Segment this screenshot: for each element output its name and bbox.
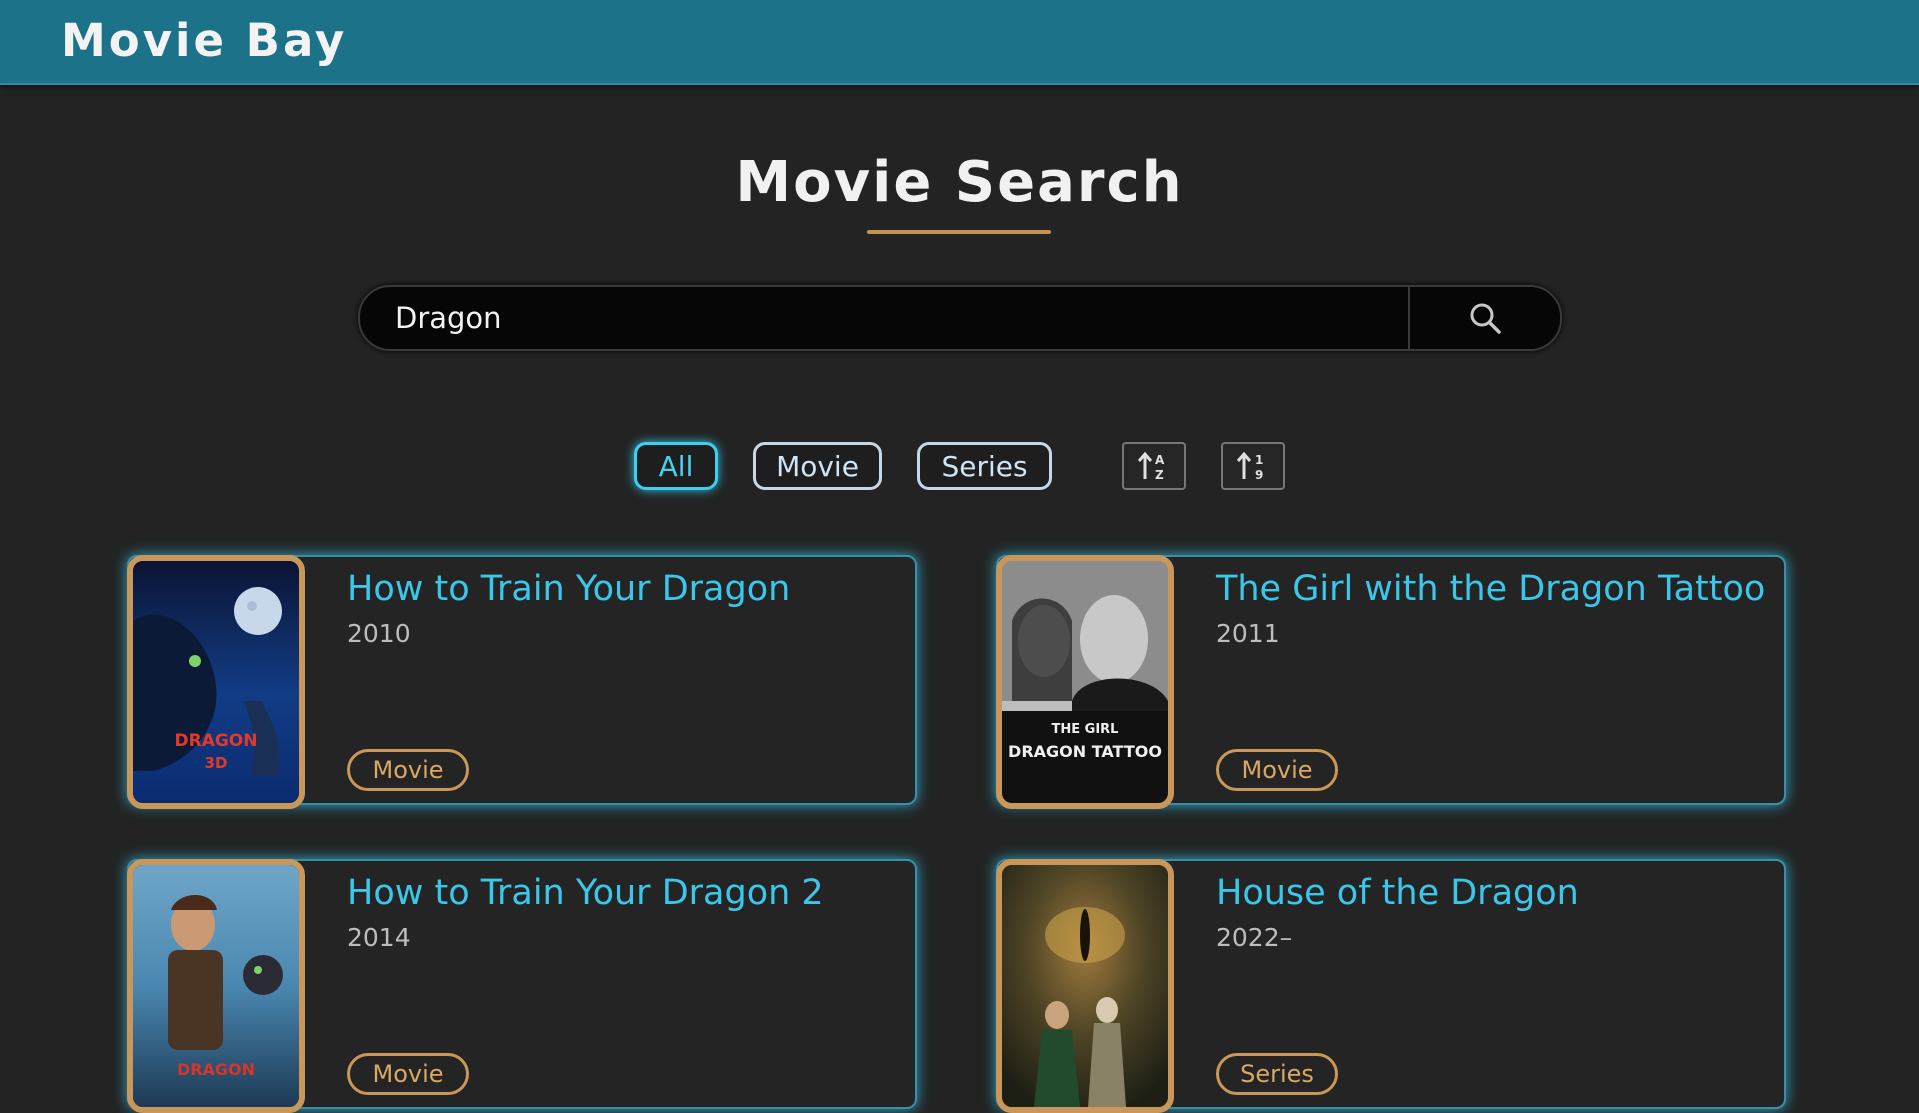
svg-text:9: 9 — [1255, 468, 1263, 482]
movie-title[interactable]: How to Train Your Dragon — [347, 569, 790, 609]
svg-text:THE GIRL: THE GIRL — [1052, 722, 1119, 737]
svg-text:DRAGON: DRAGON — [177, 1060, 255, 1079]
title-underline — [867, 230, 1051, 234]
filter-series-button[interactable]: Series — [917, 442, 1052, 490]
svg-text:3D: 3D — [205, 754, 228, 772]
search-button[interactable] — [1408, 287, 1560, 349]
svg-text:Z: Z — [1155, 468, 1164, 482]
movie-year: 2010 — [347, 619, 411, 648]
result-card[interactable]: DRAGON How to Train Your Dragon 2 2014 M… — [127, 859, 917, 1113]
movie-title[interactable]: How to Train Your Dragon 2 — [347, 873, 824, 913]
sort-alpha-button[interactable]: A Z — [1122, 442, 1186, 490]
svg-text:1: 1 — [1255, 453, 1263, 467]
search-input[interactable] — [395, 287, 1395, 349]
movie-year: 2011 — [1216, 619, 1280, 648]
filter-all-button[interactable]: All — [634, 442, 718, 490]
type-badge: Movie — [347, 1053, 469, 1095]
page-title: Movie Search — [735, 150, 1184, 215]
svg-text:A: A — [1155, 453, 1165, 467]
movie-year: 2022– — [1216, 923, 1293, 952]
sort-numeric-button[interactable]: 1 9 — [1221, 442, 1285, 490]
result-card[interactable]: THE GIRL DRAGON TATTOO The Girl with the… — [996, 555, 1786, 809]
result-card[interactable]: DRAGON 3D How to Train Your Dragon 2010 … — [127, 555, 917, 809]
poster-image — [996, 859, 1174, 1113]
type-badge: Movie — [1216, 749, 1338, 791]
search-icon — [1470, 303, 1501, 334]
filter-movie-button[interactable]: Movie — [753, 442, 882, 490]
svg-text:DRAGON: DRAGON — [175, 731, 258, 751]
type-badge: Series — [1216, 1053, 1338, 1095]
movie-year: 2014 — [347, 923, 411, 952]
type-badge: Movie — [347, 749, 469, 791]
poster-image: DRAGON 3D — [127, 555, 305, 809]
poster-image: DRAGON — [127, 859, 305, 1113]
search-bar — [358, 285, 1562, 351]
brand-logo[interactable]: Movie Bay — [61, 14, 347, 67]
movie-title[interactable]: House of the Dragon — [1216, 873, 1579, 913]
poster-image: THE GIRL DRAGON TATTOO — [996, 555, 1174, 809]
movie-title[interactable]: The Girl with the Dragon Tattoo — [1216, 569, 1765, 609]
navbar: Movie Bay — [0, 0, 1919, 85]
sort-numeric-descending-icon: 1 9 — [1236, 451, 1263, 482]
svg-text:DRAGON TATTOO: DRAGON TATTOO — [1008, 742, 1162, 761]
result-card[interactable]: House of the Dragon 2022– Series — [996, 859, 1786, 1113]
sort-alpha-ascending-icon: A Z — [1137, 451, 1165, 482]
